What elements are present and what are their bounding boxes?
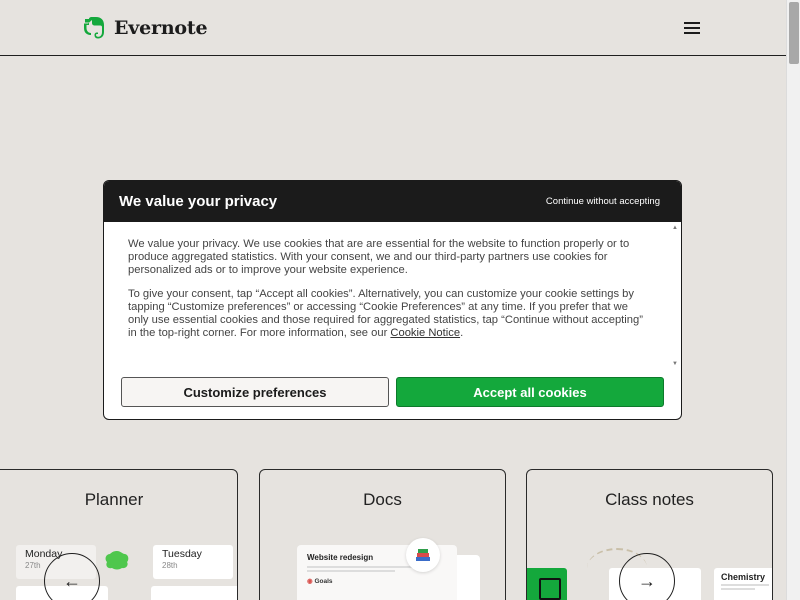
consent-paragraph: To give your consent, tap “Accept all co… [128,288,644,339]
books-icon [406,538,440,572]
accept-all-cookies-button[interactable]: Accept all cookies [396,377,664,407]
cookie-consent-dialog: We value your privacy Continue without a… [103,180,682,420]
card-title: Class notes [605,490,694,509]
consent-text-end: . [460,326,464,339]
card-title: Planner [84,490,144,509]
green-blob-icon [105,551,129,570]
dialog-header: We value your privacy Continue without a… [104,181,681,222]
carousel-prev-button[interactable]: ← [44,553,100,600]
privacy-paragraph: We value your privacy. We use cookies th… [128,238,630,276]
dialog-body: We value your privacy. We use cookies th… [104,222,672,369]
note-placeholder-lines [721,584,769,590]
doc-goals-label: Goals [314,578,333,585]
dialog-title: We value your privacy [119,193,278,210]
day-date: 28th [162,561,178,570]
evernote-logo[interactable]: Evernote [82,14,208,42]
doc-goals-heading: ◉ Goals [307,578,333,585]
hamburger-menu-icon[interactable] [682,18,702,38]
scroll-down-icon[interactable]: ▼ [672,361,678,367]
planner-day-tuesday: Tuesday 28th [153,545,233,579]
elephant-icon [84,17,104,39]
brand-name: Evernote [114,17,208,39]
dialog-scrollbar[interactable]: ▲ ▼ [672,225,678,367]
arrow-right-icon: → [638,570,656,591]
docs-card[interactable]: Docs Website redesign ◉ Goals [259,469,506,600]
customize-preferences-button[interactable]: Customize preferences [121,377,389,407]
class-notes-illustration [527,568,567,600]
planner-card[interactable]: Planner Monday 27th Tuesday 28th [0,469,238,600]
scroll-up-icon[interactable]: ▲ [672,225,678,231]
carousel-next-button[interactable]: → [619,553,675,600]
doc-placeholder-lines [307,566,417,572]
card-title: Docs [363,490,402,509]
note-title: Chemistry [721,572,766,582]
planner-task-row [151,586,237,600]
consent-text: To give your consent, tap “Accept all co… [128,288,643,339]
day-name: Tuesday [162,548,202,560]
chemistry-note-card: Chemistry [714,568,772,600]
arrow-left-icon: ← [63,570,81,591]
site-header: Evernote [0,0,786,56]
page-scrollbar[interactable] [786,0,800,600]
dialog-actions: Customize preferences Accept all cookies [121,377,664,407]
scrollbar-thumb[interactable] [789,2,799,64]
cookie-notice-link[interactable]: Cookie Notice [390,327,460,339]
continue-without-accepting-link[interactable]: Continue without accepting [546,196,660,207]
